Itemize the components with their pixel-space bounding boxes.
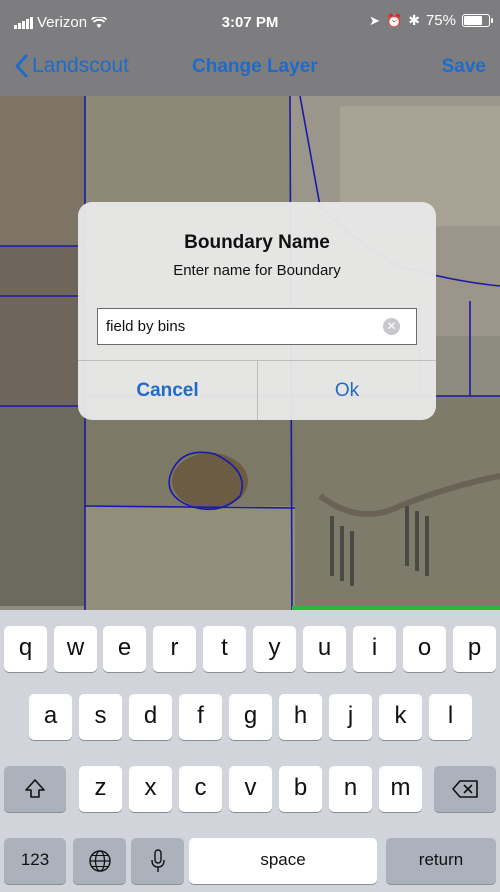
numbers-key[interactable]: 123: [4, 838, 66, 884]
shift-icon: [25, 779, 45, 798]
key-w[interactable]: w: [54, 626, 97, 672]
microphone-icon: [150, 849, 165, 872]
key-m[interactable]: m: [379, 766, 422, 812]
key-g[interactable]: g: [229, 694, 272, 740]
ok-button[interactable]: Ok: [258, 361, 436, 420]
dialog-message: Enter name for Boundary: [173, 262, 341, 279]
status-right: ➤ ⏰ ✱ 75%: [369, 12, 493, 29]
key-y[interactable]: y: [253, 626, 296, 672]
key-a[interactable]: a: [29, 694, 72, 740]
keyboard: q w e r t y u i o p a s d f g h j k l z …: [0, 610, 500, 892]
cancel-button[interactable]: Cancel: [78, 361, 257, 420]
key-h[interactable]: h: [279, 694, 322, 740]
key-n[interactable]: n: [329, 766, 372, 812]
key-v[interactable]: v: [229, 766, 272, 812]
key-l[interactable]: l: [429, 694, 472, 740]
delete-key[interactable]: [434, 766, 496, 812]
key-t[interactable]: t: [203, 626, 246, 672]
back-button[interactable]: Landscout: [14, 54, 129, 78]
key-j[interactable]: j: [329, 694, 372, 740]
key-q[interactable]: q: [4, 626, 47, 672]
shift-key[interactable]: [4, 766, 66, 812]
battery-icon: [462, 14, 493, 27]
clear-text-icon[interactable]: ✕: [383, 318, 400, 335]
boundary-name-input[interactable]: field by bins ✕: [97, 308, 417, 345]
key-i[interactable]: i: [353, 626, 396, 672]
key-k[interactable]: k: [379, 694, 422, 740]
key-r[interactable]: r: [153, 626, 196, 672]
chevron-left-icon: [15, 54, 28, 78]
dictation-key[interactable]: [131, 838, 184, 884]
change-layer-button[interactable]: Change Layer: [192, 56, 318, 78]
key-f[interactable]: f: [179, 694, 222, 740]
save-button[interactable]: Save: [442, 56, 486, 78]
backspace-icon: [452, 780, 478, 798]
boundary-name-dialog: Boundary Name Enter name for Boundary fi…: [78, 202, 436, 420]
battery-percent: 75%: [425, 12, 456, 29]
navigation-bar: Landscout Change Layer Save: [0, 44, 500, 96]
key-o[interactable]: o: [403, 626, 446, 672]
key-d[interactable]: d: [129, 694, 172, 740]
key-e[interactable]: e: [103, 626, 146, 672]
globe-icon: [88, 850, 111, 872]
key-z[interactable]: z: [79, 766, 122, 812]
key-p[interactable]: p: [453, 626, 496, 672]
dialog-title: Boundary Name: [184, 232, 330, 253]
globe-key[interactable]: [73, 838, 126, 884]
key-c[interactable]: c: [179, 766, 222, 812]
status-bar: Verizon 3:07 PM ➤ ⏰ ✱ 75%: [0, 0, 500, 44]
key-s[interactable]: s: [79, 694, 122, 740]
key-x[interactable]: x: [129, 766, 172, 812]
location-arrow-icon: ➤: [369, 12, 381, 28]
return-key[interactable]: return: [386, 838, 496, 884]
alarm-icon: ⏰: [386, 12, 403, 28]
key-b[interactable]: b: [279, 766, 322, 812]
bluetooth-icon: ✱: [408, 12, 420, 28]
key-u[interactable]: u: [303, 626, 346, 672]
back-label: Landscout: [32, 54, 129, 77]
boundary-name-value: field by bins: [106, 318, 186, 335]
space-key[interactable]: space: [189, 838, 377, 884]
